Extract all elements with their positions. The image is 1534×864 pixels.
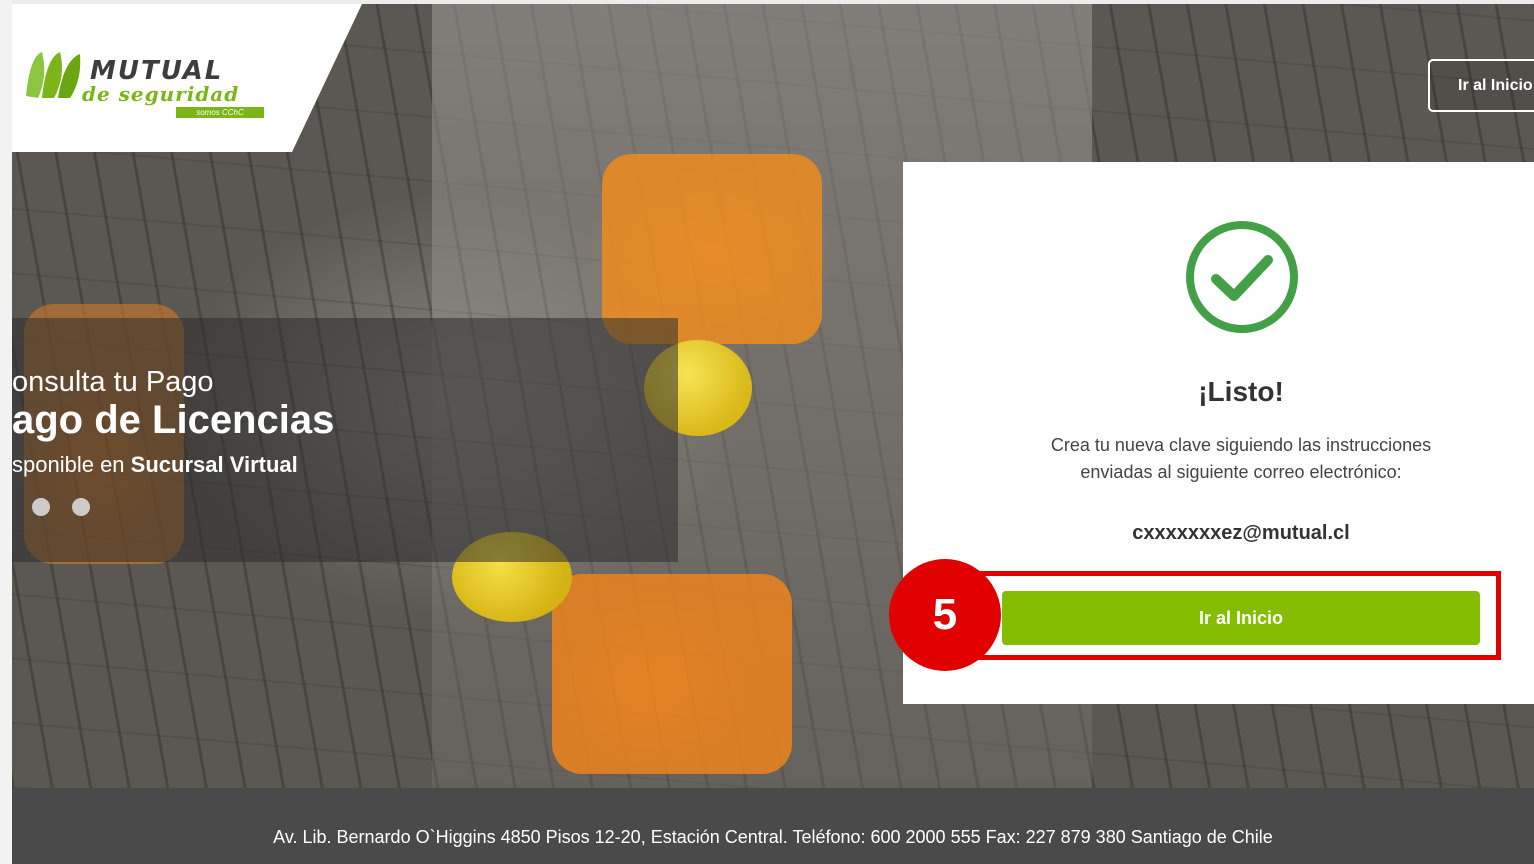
page-edge [0,0,12,864]
logo-subname: de seguridad [82,82,240,106]
step-badge: 5 [889,559,1001,671]
top-home-button[interactable]: Ir al Inicio [1428,59,1534,112]
masked-email: cxxxxxxxez@mutual.cl [1132,522,1350,544]
carousel-dot-1[interactable] [32,498,50,516]
mutual-logo-icon [26,52,81,98]
banner-caption: sponible en Sucursal Virtual [12,452,298,477]
banner-subtitle: onsulta tu Pago [12,366,214,398]
success-message: Crea tu nueva clave siguiendo las instru… [1050,435,1432,482]
promo-banner: onsulta tu Pago ago de Licencias sponibl… [12,318,678,562]
success-title: ¡Listo! [1198,376,1284,407]
carousel-dot-2[interactable] [72,498,90,516]
check-circle-icon [1186,221,1298,333]
banner-title: ago de Licencias [12,398,335,442]
footer: Av. Lib. Bernardo O`Higgins 4850 Pisos 1… [12,788,1534,864]
highlight-box [975,571,1501,660]
logo-tagline: somos CChC [176,107,264,118]
footer-address: Av. Lib. Bernardo O`Higgins 4850 Pisos 1… [273,827,1273,847]
